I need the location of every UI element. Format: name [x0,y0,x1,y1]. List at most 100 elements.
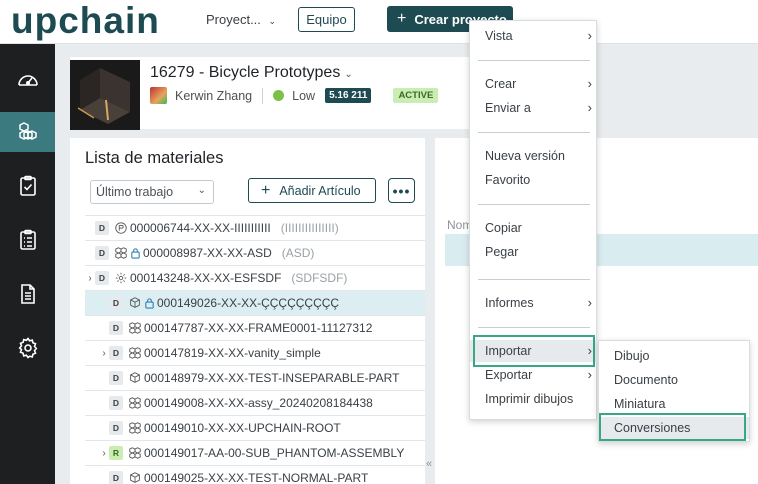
menu-item-label: Copiar [485,221,522,235]
sidebar-item-dashboard[interactable] [0,60,55,100]
project-header: 16279 - Bicycle Prototypes ⌄ Kerwin Zhang… [70,57,490,130]
state-badge: D [95,246,109,260]
menu-divider [478,279,590,280]
list-item[interactable]: D 000149025-XX-XX-TEST-NORMAL-PART [85,465,425,484]
menu-item-informes[interactable]: Informes › [470,292,598,314]
equipo-button[interactable]: Equipo [298,7,355,32]
submenu-item-dibujo[interactable]: Dibujo [599,345,749,367]
more-options-button[interactable]: ••• [388,178,415,203]
top-bar: upchain Proyect... ⌄ Equipo + Crear proy… [0,0,758,44]
menu-divider [478,327,590,328]
state-badge: D [95,271,109,285]
sidebar-item-settings[interactable] [0,328,55,368]
menu-divider [478,132,590,133]
bom-filter-value: Último trabajo [96,185,174,199]
gear-icon [18,337,37,359]
chevron-down-icon: ⌄ [197,185,206,196]
bom-filter-select[interactable]: Último trabajo ⌄ [90,180,214,204]
assembly-icon [129,447,141,459]
state-badge: D [109,396,123,410]
project-title[interactable]: 16279 - Bicycle Prototypes ⌄ [150,64,353,82]
menu-item-imprimir-dibujos[interactable]: Imprimir dibujos [470,388,598,410]
list-item[interactable]: D 000147787-XX-XX-FRAME0001-11127312 [85,315,425,340]
item-number: 000148979-XX-XX-TEST-INSEPARABLE-PART [144,371,400,385]
menu-divider [478,60,590,61]
project-thumbnail [70,60,140,130]
menu-item-favorito[interactable]: Favorito [470,169,598,191]
app-window: upchain Proyect... ⌄ Equipo + Crear proy… [0,0,758,484]
priority-dot-icon [273,90,285,101]
menu-item-exportar[interactable]: Exportar › [470,364,598,386]
chevron-down-icon: ⌄ [344,69,353,80]
item-number: 000143248-XX-XX-ESFSDF [130,271,282,285]
document-icon [20,284,35,304]
plus-icon: + [261,181,271,199]
collapse-panel-icon[interactable]: « [426,458,432,470]
chevron-right-icon: › [587,100,592,115]
sidebar-item-tasks[interactable] [0,166,55,206]
expand-toggle-icon[interactable]: › [99,348,109,359]
expand-toggle-icon[interactable]: › [99,448,109,459]
list-item[interactable]: › R 000149017-AA-00-SUB_PHANTOM-ASSEMBLY [85,440,425,465]
upchain-logo[interactable]: upchain [11,2,160,40]
menu-item-label: Exportar [485,368,533,382]
menu-item-importar[interactable]: Importar › [470,340,598,362]
list-item[interactable]: › D 000143248-XX-XX-ESFSDF (SDFSDF) [85,265,425,290]
owner-name: Kerwin Zhang [175,88,253,103]
status-badge: ACTIVE [393,88,439,103]
menu-item-nueva-version[interactable]: Nueva versión [470,145,598,167]
submenu-item-documento[interactable]: Documento [599,369,749,391]
list-item[interactable]: D 000006744-XX-XX-IIIIIIIIIII (IIIIIIIIIII… [85,215,425,240]
menu-item-label: Imprimir dibujos [485,392,574,406]
menu-item-label: Vista [485,29,513,43]
item-number: 000147819-XX-XX-vanity_simple [144,346,321,360]
add-item-button[interactable]: + Añadir Artículo [248,178,376,203]
part-icon [130,372,140,383]
chevron-right-icon: › [587,76,592,91]
menu-item-label: Crear [485,77,517,91]
item-number: 000149010-XX-XX-UPCHAIN-ROOT [144,421,341,435]
bom-title: Lista de materiales [85,149,224,167]
item-number: 000008987-XX-XX-ASD [143,246,272,260]
lock-icon [131,248,140,259]
list-item[interactable]: D 000149026-XX-XX-ÇÇÇÇÇÇÇÇÇ [85,290,425,315]
import-submenu: Dibujo Documento Miniatura Conversiones [598,340,750,442]
menu-item-crear[interactable]: Crear › [470,73,598,95]
state-badge: D [109,346,123,360]
menu-item-label: Importar [485,344,532,358]
menu-item-vista[interactable]: Vista › [470,25,598,47]
chevron-right-icon: › [587,28,592,43]
chevron-right-icon: › [587,343,592,358]
state-badge: D [109,321,123,335]
item-number: 000006744-XX-XX-IIIIIIIIIII [130,221,271,235]
cubes-icon [18,122,37,140]
chevron-right-icon: › [587,295,592,310]
menu-item-enviar-a[interactable]: Enviar a › [470,97,598,119]
menu-item-pegar[interactable]: Pegar [470,241,598,263]
plus-icon: + [397,10,407,27]
sidebar-item-documents[interactable] [0,274,55,314]
add-item-label: Añadir Artículo [279,183,361,198]
item-number: 000149026-XX-XX-ÇÇÇÇÇÇÇÇÇ [157,296,340,310]
list-item[interactable]: D 000148979-XX-XX-TEST-INSEPARABLE-PART [85,365,425,390]
chevron-right-icon: › [587,367,592,382]
assembly-icon [115,247,127,259]
chevron-down-icon: ⌄ [268,16,277,26]
list-item[interactable]: D 000149010-XX-XX-UPCHAIN-ROOT [85,415,425,440]
expand-toggle-icon[interactable]: › [85,273,95,284]
avatar [150,87,167,104]
list-item[interactable]: D 000149008-XX-XX-assy_20240208184438 [85,390,425,415]
sidebar-item-lists[interactable] [0,220,55,260]
assembly-icon [129,422,141,434]
state-badge: D [109,371,123,385]
menu-item-label: Enviar a [485,101,531,115]
list-item[interactable]: › D 000147819-XX-XX-vanity_simple [85,340,425,365]
project-dropdown[interactable]: Proyect... ⌄ [206,12,276,27]
list-item[interactable]: D 000008987-XX-XX-ASD (ASD) [85,240,425,265]
sidebar-item-parts[interactable] [0,112,55,152]
item-number: 000147787-XX-XX-FRAME0001-11127312 [144,321,373,335]
state-badge: D [109,471,123,484]
submenu-item-conversiones[interactable]: Conversiones [599,417,749,439]
submenu-item-miniatura[interactable]: Miniatura [599,393,749,415]
menu-item-copiar[interactable]: Copiar [470,217,598,239]
